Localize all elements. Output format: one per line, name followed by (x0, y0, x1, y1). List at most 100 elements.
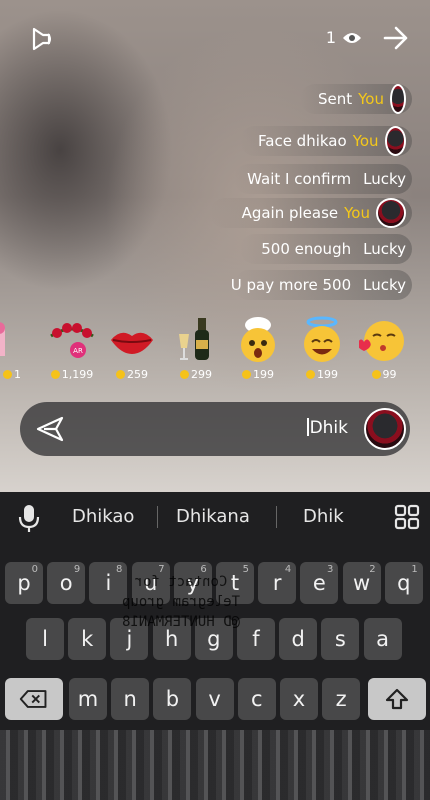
watermark-text: Contact for Telegram group @D HUNTERMAN1… (66, 572, 296, 632)
gift-bar: 99 199 199 299 259 AR 1,199 1 (0, 310, 430, 390)
watermark-line: Telegram group (122, 594, 241, 610)
key-label: v (208, 687, 221, 711)
comment-input-text: Dhik (309, 418, 348, 438)
viewer-count: 1 (325, 28, 336, 47)
keyboard-bottom-strip (0, 730, 430, 800)
speaker-icon[interactable] (22, 24, 54, 54)
gift-item[interactable]: 199 (228, 310, 288, 390)
gift-item[interactable]: 299 (166, 310, 226, 390)
gift-item[interactable]: 259 (102, 310, 162, 390)
gift-item[interactable]: 1 (0, 310, 42, 390)
key-q[interactable]: q1 (384, 562, 423, 604)
key-label: n (123, 687, 137, 711)
send-icon[interactable] (36, 416, 64, 442)
key-m[interactable]: m (69, 678, 107, 720)
eye-icon (343, 32, 361, 43)
key-number-hint: 0 (31, 564, 38, 575)
chat-message-author: Lucky (363, 276, 406, 294)
key-label: p (17, 571, 31, 595)
coin-icon (306, 370, 315, 379)
chat-message-text: 500 enough (261, 240, 352, 258)
key-label: c (251, 687, 263, 711)
key-label: s (334, 627, 346, 651)
suggestion-dhikana[interactable]: Dhikana (176, 506, 250, 527)
suggestion-dhikao[interactable]: Dhikao (72, 506, 134, 527)
forward-arrow-icon[interactable] (382, 25, 410, 51)
coin-icon (242, 370, 251, 379)
backspace-icon (19, 690, 47, 708)
comment-input[interactable]: Dhik (306, 418, 348, 438)
gift-price: 299 (166, 368, 226, 381)
chat-message: Sent You (300, 84, 412, 114)
chat-message-author: Lucky (363, 240, 406, 258)
key-n[interactable]: n (111, 678, 150, 720)
chat-message-author: You (358, 90, 384, 108)
key-l[interactable]: l (26, 618, 64, 660)
key-a[interactable]: a (363, 618, 402, 660)
key-s[interactable]: s (321, 618, 360, 660)
key-label: l (42, 627, 48, 651)
watermark-line: Contact for (134, 574, 228, 590)
gift-price-value: 99 (382, 368, 397, 381)
chat-message-text: U pay more 500 (230, 276, 352, 294)
key-z[interactable]: z (322, 678, 361, 720)
key-number-hint: 2 (369, 564, 376, 575)
chat-message: Wait I confirm Lucky (234, 164, 412, 194)
top-bar: 1 (0, 22, 430, 56)
backspace-key[interactable] (5, 678, 63, 720)
shift-key[interactable] (368, 678, 426, 720)
key-label: b (165, 687, 180, 711)
key-p[interactable]: p0 (5, 562, 43, 604)
gift-price-value: 199 (253, 368, 274, 381)
chef-emoji-icon (233, 314, 283, 364)
key-c[interactable]: c (237, 678, 276, 720)
suggestion-divider (276, 506, 277, 528)
gift-price: 1,199 (42, 368, 102, 381)
suggestion-bar: Dhikao Dhikana Dhik (0, 492, 430, 544)
key-number-hint: 1 (411, 564, 418, 575)
key-label: a (376, 627, 390, 651)
gift-price: 99 (354, 368, 414, 381)
gift-price-value: 199 (317, 368, 338, 381)
grid-menu-icon[interactable] (392, 502, 422, 532)
chat-message: Face dhikao You (240, 126, 412, 156)
key-x[interactable]: x (280, 678, 318, 720)
avatar[interactable] (384, 126, 406, 156)
avatar[interactable] (364, 408, 406, 450)
chat-message: Again please You (210, 198, 412, 228)
chat-message: 500 enough Lucky (240, 234, 412, 264)
comment-input-bar[interactable]: Dhik (20, 402, 410, 456)
gift-price-value: 259 (127, 368, 148, 381)
coin-icon (371, 370, 381, 379)
key-e[interactable]: e3 (300, 562, 339, 604)
chat-message-text: Face dhikao (258, 132, 347, 150)
suggestion-divider (157, 506, 158, 528)
gift-item[interactable]: 99 (354, 310, 414, 390)
suggestion-dhik[interactable]: Dhik (303, 506, 344, 527)
gift-price-value: 1,199 (61, 368, 94, 381)
key-label: q (397, 571, 411, 595)
viewer-counter: 1 (326, 28, 362, 47)
key-v[interactable]: v (195, 678, 234, 720)
microphone-icon[interactable] (14, 502, 44, 534)
chat-message-text: Sent (318, 90, 353, 108)
chat-message: U pay more 500 Lucky (230, 270, 412, 300)
halo-emoji-icon (297, 314, 347, 364)
avatar[interactable] (376, 198, 406, 228)
watermark-line: @D HUNTERMAN18 (122, 614, 241, 630)
gift-price-value: 1 (14, 368, 21, 381)
key-w[interactable]: w2 (342, 562, 381, 604)
rose-crown-icon: AR (47, 314, 97, 364)
shift-icon (385, 688, 409, 710)
key-b[interactable]: b (153, 678, 192, 720)
key-label: z (335, 687, 347, 711)
kiss-emoji-icon (357, 314, 409, 364)
coin-icon (3, 370, 12, 379)
flower-icon (0, 314, 37, 364)
gift-item[interactable]: 199 (292, 310, 352, 390)
avatar[interactable] (390, 84, 406, 114)
gift-item[interactable]: AR 1,199 (42, 310, 102, 390)
gift-price: 199 (228, 368, 288, 381)
chat-message-author: Lucky (363, 170, 406, 188)
chat-message-author: You (352, 132, 379, 150)
